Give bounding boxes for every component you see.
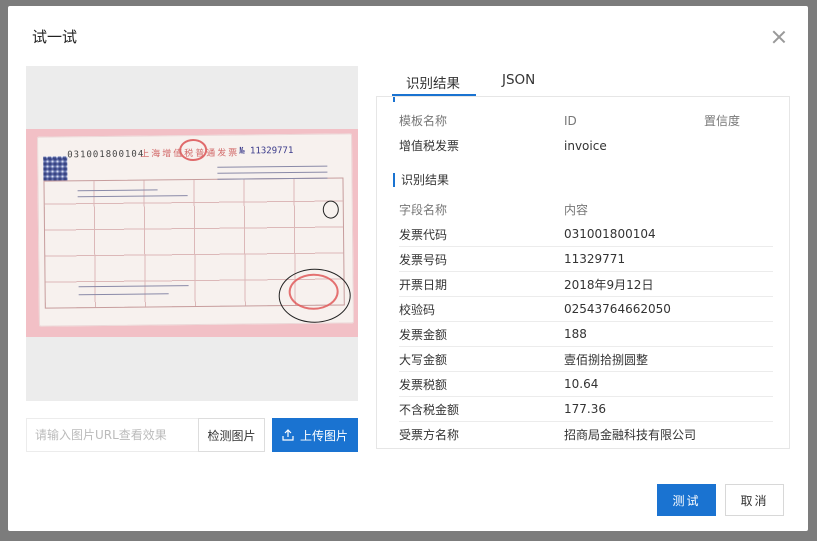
field-value: 壹佰捌拾捌圆整 [564,352,649,367]
header-confidence: 置信度 [704,114,741,128]
field-value: 031001800104 [564,227,656,241]
field-value: 招商局金融科技有限公司 [564,428,697,442]
template-header-row: 模板名称 ID 置信度 [399,108,773,133]
header-field-name: 字段名称 [399,203,448,217]
field-value: 11329771 [564,252,626,266]
test-button[interactable]: 测试 [657,484,716,516]
field-value: 2018年9月12日 [564,277,654,292]
upload-icon [282,429,294,441]
upload-image-button[interactable]: 上传图片 [272,418,358,452]
qr-code-icon [43,156,68,181]
field-name: 受票方名称 [399,428,460,442]
field-name: 发票号码 [399,252,448,267]
table-row: 大写金额 壹佰捌拾捌圆整 [399,347,773,372]
field-name: 发票代码 [399,227,448,242]
invoice-title-printed: 上海增值税普通发票 [140,148,240,160]
table-row: 发票号码 11329771 [399,247,773,272]
table-row: 不含税金额 177.36 [399,397,773,422]
table-row: 开票日期 2018年9月12日 [399,272,773,297]
invoice-image: 031001800104 上海增值税普通发票 № 11329771 [26,129,358,337]
table-row: 发票税额 10.64 [399,372,773,397]
detect-image-button[interactable]: 检测图片 [198,418,265,452]
field-name: 开票日期 [399,277,448,292]
panel-corner-mark [393,97,395,102]
table-row: 发票金额 188 [399,322,773,347]
tab-recognition-result[interactable]: 识别结果 [406,72,460,92]
table-row: 受票方名称 招商局金融科技有限公司 [399,422,773,447]
try-it-modal: 试一试 031001800104 上海增值税普通发票 № 11329771 请输… [8,6,808,531]
template-id: invoice [564,138,607,153]
image-preview: 031001800104 上海增值税普通发票 № 11329771 [26,66,358,401]
hand-drawn-circle-icon [322,200,339,219]
tab-json[interactable]: JSON [502,72,535,88]
field-name: 发票税额 [399,377,448,392]
cancel-button[interactable]: 取消 [725,484,784,516]
result-tabs: 识别结果 JSON [376,66,790,98]
field-name: 校验码 [399,302,436,317]
invoice-number-printed: № 11329771 [239,145,294,157]
field-value: 10.64 [564,377,599,391]
field-value: 177.36 [564,402,606,416]
result-panel: 模板名称 ID 置信度 增值税发票 invoice 识别结果 字段名称 内容 发… [376,96,790,449]
header-id: ID [564,113,577,128]
scribble-line [217,171,328,174]
field-name: 发票金额 [399,327,448,342]
invoice-code-printed: 031001800104 [67,149,145,161]
results-header-row: 字段名称 内容 [399,197,773,222]
field-name: 大写金额 [399,352,448,367]
field-value: 02543764662050 [564,302,671,316]
field-name: 不含税金额 [399,402,460,417]
image-url-input[interactable] [26,418,199,452]
close-icon[interactable] [772,30,786,44]
invoice-paper: 031001800104 上海增值税普通发票 № 11329771 [37,133,354,327]
upload-button-label: 上传图片 [299,428,348,443]
table-row: 校验码 02543764662050 [399,297,773,322]
header-template-name: 模板名称 [399,114,448,128]
results-section-title: 识别结果 [393,173,449,187]
field-value: 188 [564,327,587,341]
template-name: 增值税发票 [399,139,460,153]
table-row: 发票代码 031001800104 [399,222,773,247]
scribble-line [217,165,328,168]
template-row: 增值税发票 invoice [399,133,773,158]
header-content: 内容 [564,203,589,217]
modal-title: 试一试 [32,28,78,46]
